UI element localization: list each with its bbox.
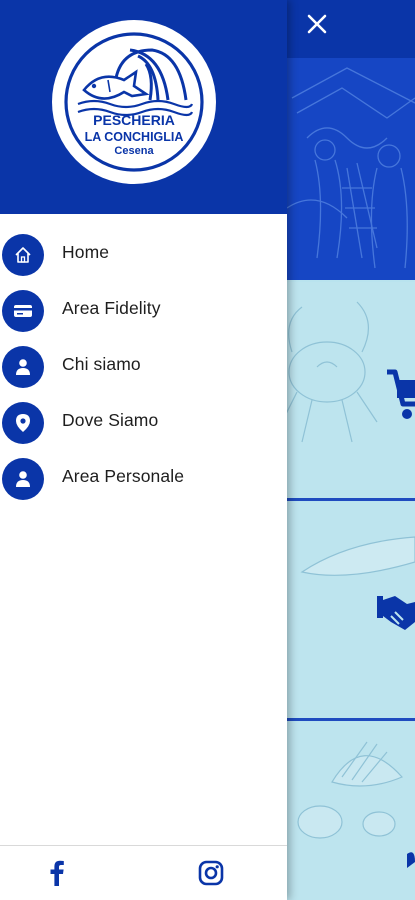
instagram-button[interactable]	[196, 858, 226, 888]
drawer-footer	[0, 845, 287, 900]
facebook-button[interactable]	[42, 858, 72, 888]
menu-item-home[interactable]: Home	[0, 226, 287, 282]
drawer-header: PESCHERIA LA CONCHIGLIA Cesena	[0, 0, 287, 214]
navigation-drawer: PESCHERIA LA CONCHIGLIA Cesena Home Area…	[0, 0, 287, 900]
menu-item-area-fidelity[interactable]: Area Fidelity	[0, 282, 287, 338]
menu-item-label: Area Fidelity	[62, 298, 161, 318]
shopping-cart-icon	[387, 369, 415, 419]
menu-item-label: Home	[62, 242, 110, 262]
shop-card[interactable]	[287, 282, 415, 498]
hero-fishermen-illustration	[287, 58, 415, 280]
menu-item-chi-siamo[interactable]: Chi siamo	[0, 338, 287, 394]
menu-item-label: Dove Siamo	[62, 410, 159, 430]
home-icon	[2, 234, 44, 276]
brand-name-line2: LA CONCHIGLIA	[85, 130, 184, 144]
instagram-icon	[198, 860, 224, 886]
shell-illustration	[297, 741, 415, 868]
close-drawer-button[interactable]	[303, 10, 331, 38]
menu-item-label: Chi siamo	[62, 354, 141, 374]
menu-item-label: Area Personale	[62, 466, 185, 486]
card-divider	[287, 718, 415, 721]
menu-item-dove-siamo[interactable]: Dove Siamo	[0, 394, 287, 450]
card-divider	[287, 498, 415, 501]
person-icon	[2, 346, 44, 388]
brand-logo: PESCHERIA LA CONCHIGLIA Cesena	[52, 20, 216, 184]
close-icon	[307, 14, 327, 34]
logo-emblem: PESCHERIA LA CONCHIGLIA Cesena	[64, 32, 204, 172]
about-card[interactable]	[287, 502, 415, 718]
facebook-icon	[50, 860, 64, 886]
person-icon	[2, 458, 44, 500]
menu-item-area-personale[interactable]: Area Personale	[0, 450, 287, 506]
app-root: PESCHERIA LA CONCHIGLIA Cesena Home Area…	[0, 0, 415, 900]
shells-card[interactable]	[287, 722, 415, 900]
brand-city: Cesena	[114, 145, 154, 157]
drawer-menu: Home Area Fidelity Chi siamo Dove Siamo …	[0, 226, 287, 506]
card-icon	[2, 290, 44, 332]
handshake-icon	[377, 596, 415, 630]
brand-name-line1: PESCHERIA	[93, 112, 175, 128]
location-pin-icon	[2, 402, 44, 444]
